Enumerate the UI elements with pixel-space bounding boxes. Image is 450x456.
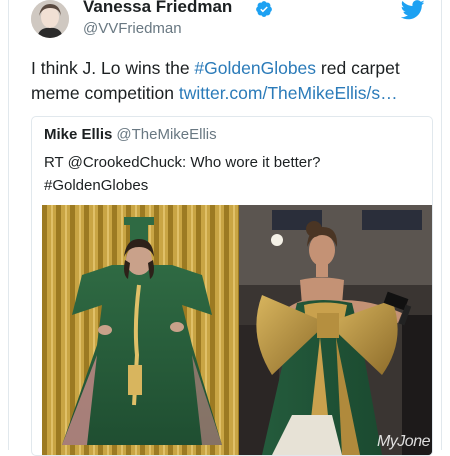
author-handle[interactable]: @VVFriedman — [83, 20, 182, 37]
verified-badge-icon — [256, 1, 272, 17]
quoted-tweet-image[interactable]: MyJone — [42, 205, 432, 455]
quoted-author-handle[interactable]: @TheMikeEllis — [116, 126, 216, 143]
quoted-tweet-text: RT @CrookedChuck: Who wore it better? #G… — [44, 151, 424, 197]
hashtag-link[interactable]: #GoldenGlobes — [194, 58, 316, 78]
author-avatar[interactable] — [31, 0, 69, 38]
tweet-text-body: I think J. Lo wins the — [31, 58, 195, 78]
author-name[interactable]: Vanessa Friedman — [83, 0, 232, 17]
quoted-hashtag-line: #GoldenGlobes — [44, 177, 149, 194]
twitter-bird-icon[interactable] — [401, 0, 425, 20]
embedded-tweet-card: Vanessa Friedman @VVFriedman I think J. … — [8, 0, 442, 456]
image-watermark: MyJone — [376, 433, 431, 450]
tweet-text: I think J. Lo wins the #GoldenGlobes red… — [31, 56, 441, 106]
quoted-tweet[interactable]: Mike Ellis @TheMikeEllis RT @CrookedChuck… — [31, 116, 433, 456]
quoted-tweet-header: Mike Ellis @TheMikeEllis — [44, 126, 217, 143]
tweet-url-link[interactable]: twitter.com/TheMikeEllis/s… — [179, 83, 398, 103]
quoted-text-line: RT @CrookedChuck: Who wore it better? — [44, 154, 321, 171]
quoted-author-name[interactable]: Mike Ellis — [44, 126, 112, 143]
